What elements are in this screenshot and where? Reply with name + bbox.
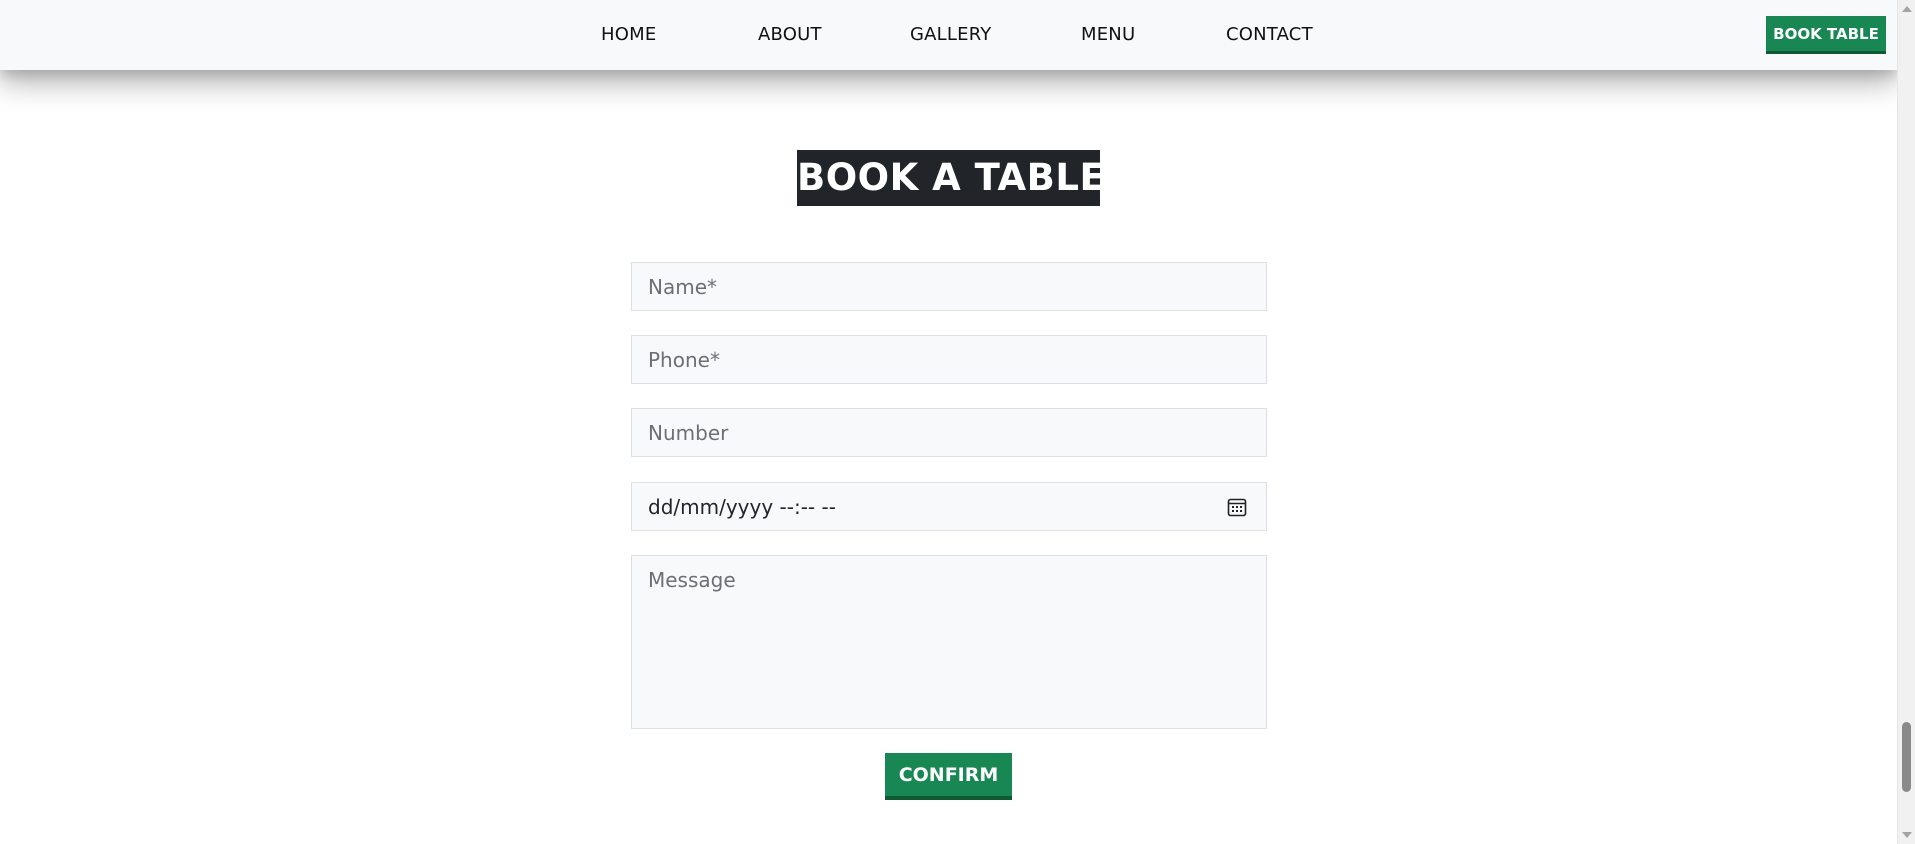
vertical-scrollbar[interactable] xyxy=(1897,0,1915,844)
navbar: HOME ABOUT GALLERY MENU CONTACT BOOK TAB… xyxy=(0,0,1897,70)
scrollbar-thumb[interactable] xyxy=(1902,722,1911,792)
nav-link-home[interactable]: HOME xyxy=(601,24,656,46)
nav-link-menu[interactable]: MENU xyxy=(1081,24,1135,46)
page: HOME ABOUT GALLERY MENU CONTACT BOOK TAB… xyxy=(0,0,1915,844)
confirm-button[interactable]: CONFIRM xyxy=(885,753,1012,800)
scroll-up-arrow-icon[interactable] xyxy=(1902,6,1912,12)
datetime-field[interactable]: dd/mm/yyyy --:-- -- xyxy=(631,482,1267,531)
book-table-button[interactable]: BOOK TABLE xyxy=(1766,16,1886,54)
message-field[interactable] xyxy=(631,555,1267,729)
scroll-down-arrow-icon[interactable] xyxy=(1902,832,1912,838)
nav-link-gallery[interactable]: GALLERY xyxy=(910,24,991,46)
datetime-field-value: dd/mm/yyyy --:-- -- xyxy=(648,495,836,519)
phone-field[interactable] xyxy=(631,335,1267,384)
calendar-icon[interactable] xyxy=(1227,497,1247,517)
number-field[interactable] xyxy=(631,408,1267,457)
name-field[interactable] xyxy=(631,262,1267,311)
nav-link-contact[interactable]: CONTACT xyxy=(1226,24,1313,46)
section-title: BOOK A TABLE xyxy=(797,150,1100,206)
nav-link-about[interactable]: ABOUT xyxy=(758,24,822,46)
